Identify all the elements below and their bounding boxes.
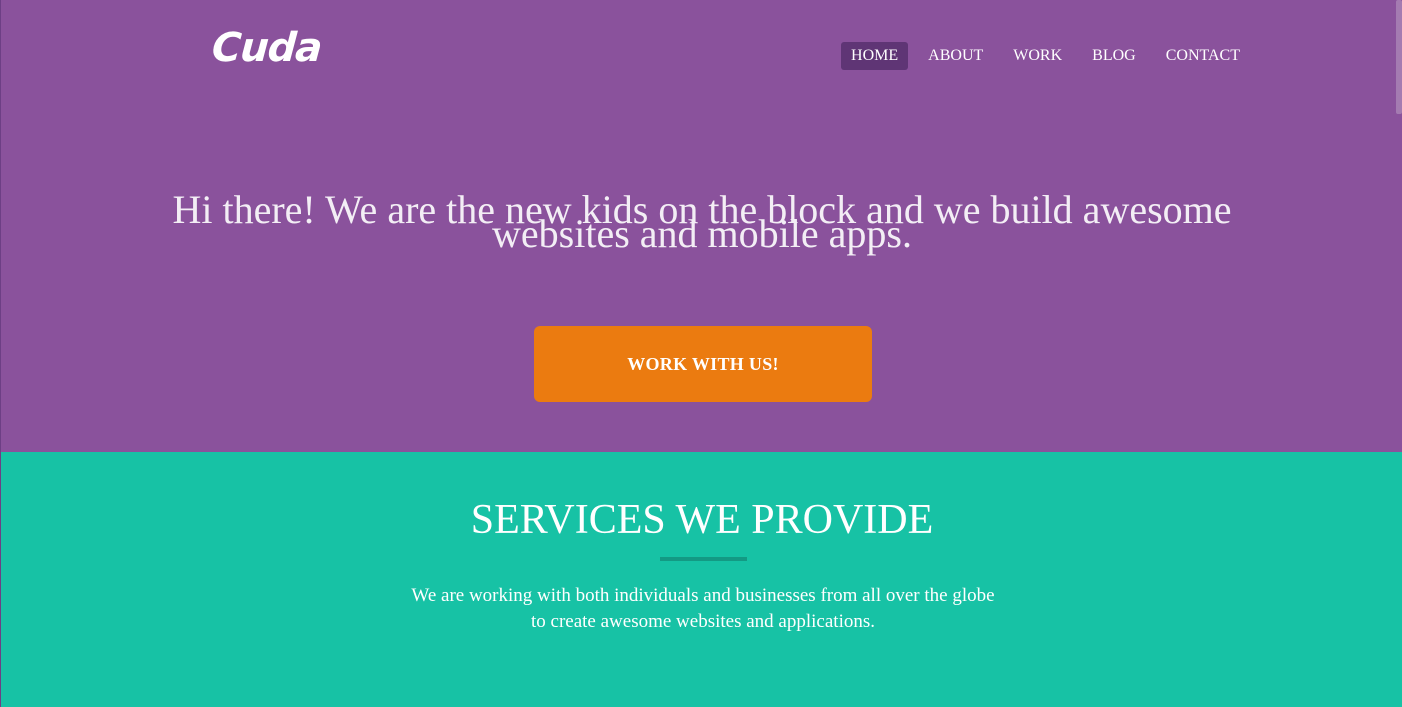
scrollbar-thumb[interactable]	[1396, 0, 1402, 114]
nav-item-contact[interactable]: CONTACT	[1156, 42, 1250, 70]
brand-logo[interactable]: Cuda	[210, 25, 323, 71]
hero-headline: Hi there! We are the new kids on the blo…	[1, 190, 1402, 254]
page: Cuda HOME ABOUT WORK BLOG CONTACT Hi the…	[0, 0, 1402, 707]
nav-item-home[interactable]: HOME	[841, 42, 909, 70]
services-title: SERVICES WE PROVIDE	[470, 497, 934, 543]
hero-section: Cuda HOME ABOUT WORK BLOG CONTACT Hi the…	[1, 0, 1402, 452]
services-description: We are working with both individuals and…	[402, 583, 1004, 635]
services-description-line1: We are working with both individuals and…	[411, 585, 995, 606]
main-nav: HOME ABOUT WORK BLOG CONTACT	[841, 42, 1250, 70]
page-scrollbar[interactable]	[1396, 0, 1402, 707]
services-section: SERVICES WE PROVIDE We are working with …	[1, 452, 1402, 707]
section-divider	[660, 557, 747, 561]
nav-item-work[interactable]: WORK	[1003, 42, 1072, 70]
nav-item-blog[interactable]: BLOG	[1082, 42, 1146, 70]
nav-item-about[interactable]: ABOUT	[918, 42, 993, 70]
services-description-line2: to create awesome websites and applicati…	[531, 611, 875, 632]
work-with-us-button[interactable]: WORK WITH US!	[534, 326, 872, 402]
